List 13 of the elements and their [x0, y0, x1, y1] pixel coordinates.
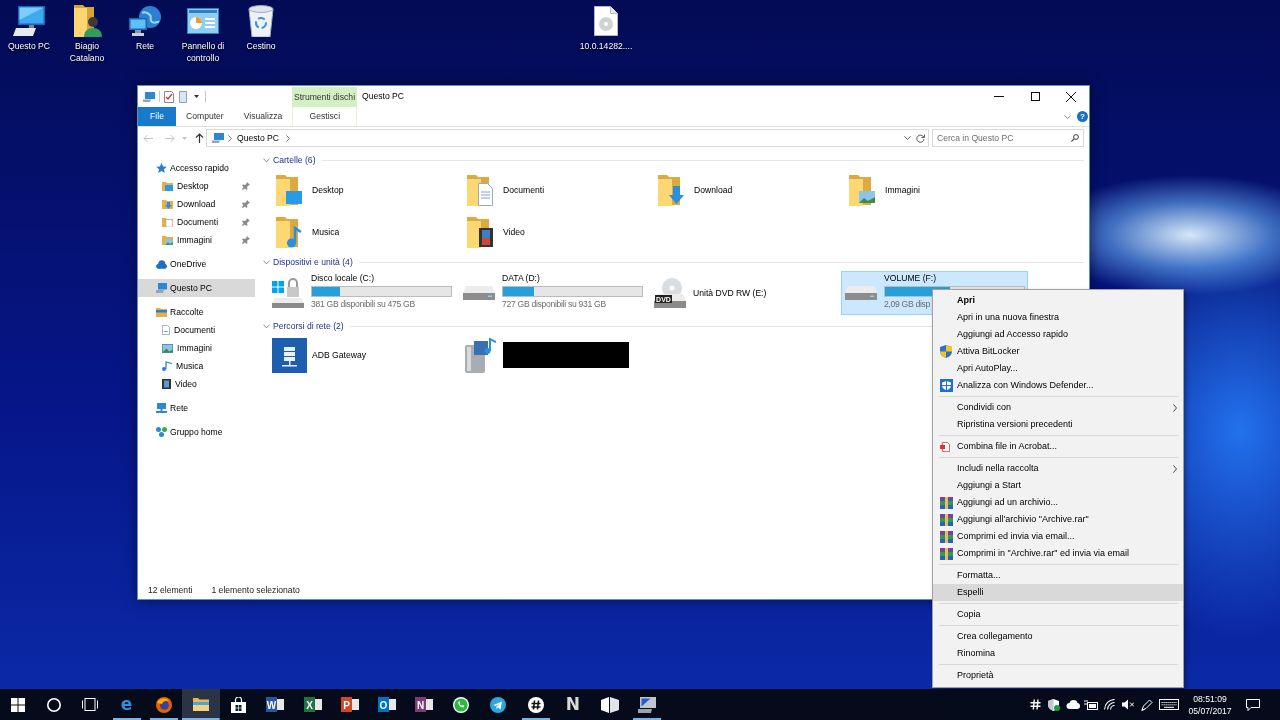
drive-name: DATA (D:) [502, 273, 540, 284]
window-title: Questo PC [362, 91, 405, 102]
drive-name: Disco locale (C:) [311, 273, 375, 284]
context-tab-group: Strumenti dischi [292, 87, 357, 107]
status-text: 12 elementi [148, 584, 193, 596]
free-space-text: 727 GB disponibili su 931 GB [502, 298, 606, 310]
letter-icon: e [120, 696, 133, 713]
drive-name: VOLUME (F:) [884, 273, 937, 284]
letter-icon: N [565, 696, 580, 713]
status-text: 1 elemento selezionato [211, 584, 300, 596]
free-space-text: 2,09 GB disp [884, 298, 931, 310]
free-space-text: 381 GB disponibili su 475 GB [311, 298, 415, 310]
drive-name: Unità DVD RW (E:) [693, 287, 767, 299]
